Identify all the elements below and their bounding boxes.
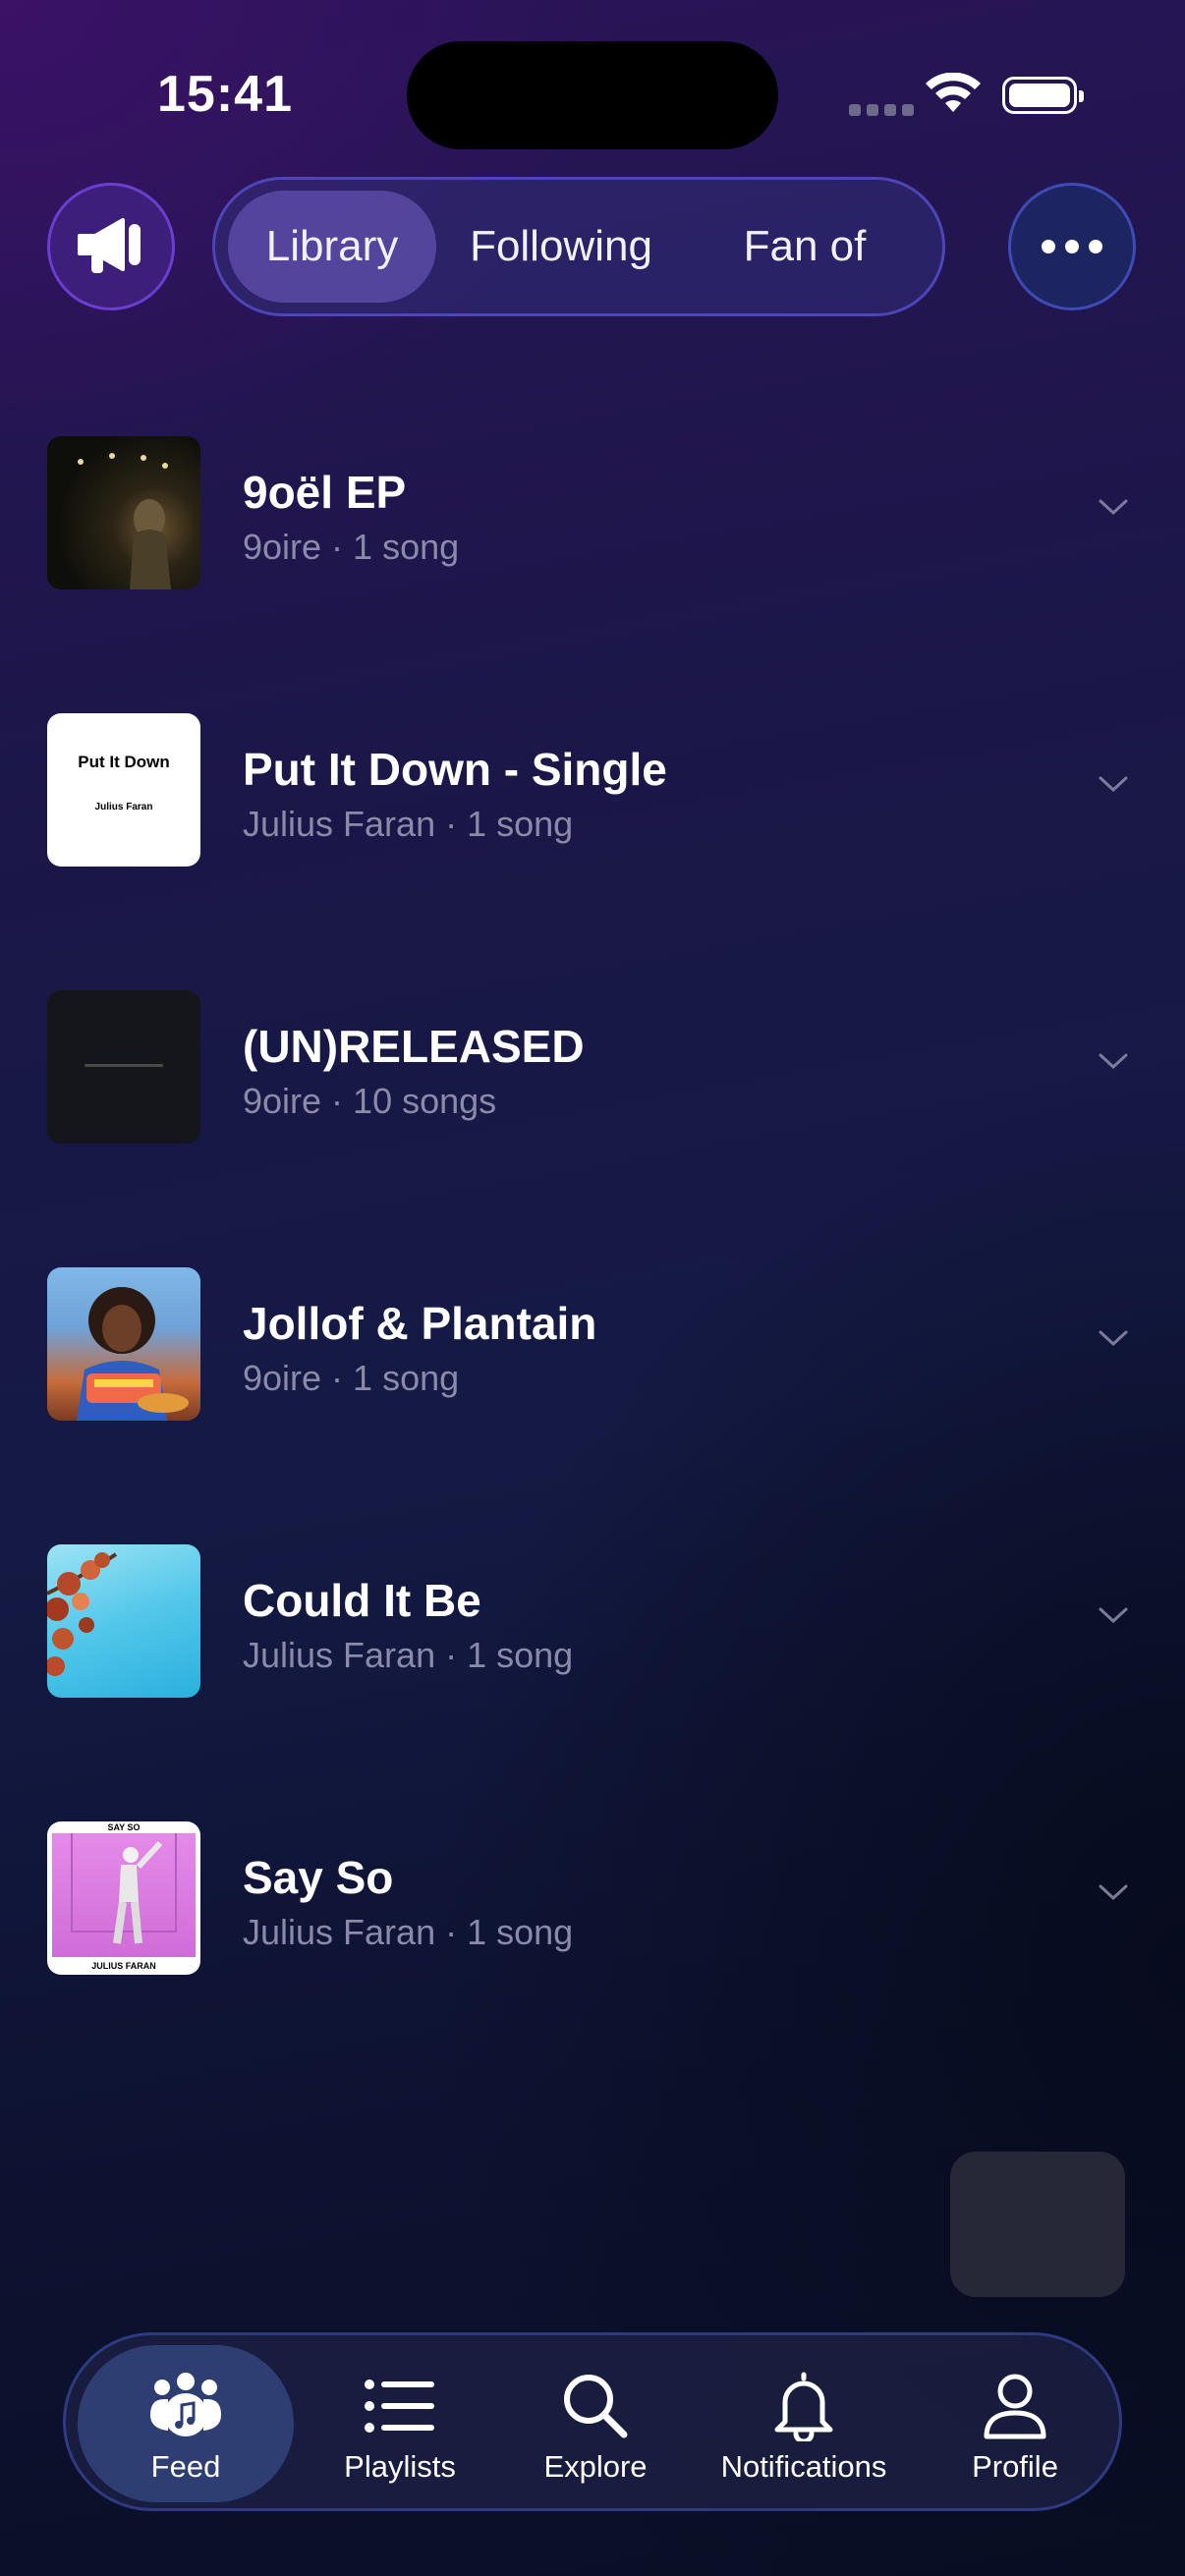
library-item-put-it-down[interactable]: Put It Down Julius Faran Put It Down - S… [0, 713, 1185, 870]
album-art: SAY SO JULIUS FARAN [47, 1821, 200, 1975]
segment-library[interactable]: Library [228, 191, 436, 303]
dynamic-island [407, 41, 778, 149]
feed-music-people-icon [148, 2369, 223, 2443]
item-subtitle: Julius Faran · 1 song [243, 1635, 574, 1675]
item-title: (UN)RELEASED [243, 1021, 585, 1072]
item-title: Say So [243, 1852, 394, 1903]
item-title: Could It Be [243, 1575, 481, 1626]
tab-label: Playlists [344, 2449, 456, 2484]
tab-label: Explore [543, 2449, 648, 2484]
album-art-panel [52, 1833, 196, 1957]
chevron-down-icon[interactable] [1097, 1603, 1130, 1627]
tab-label: Notifications [720, 2449, 887, 2484]
segment-following[interactable]: Following [443, 191, 679, 303]
library-segmented-control: Library Following Fan of [212, 177, 945, 316]
segment-fan-of[interactable]: Fan of [687, 191, 923, 303]
floating-action-button[interactable] [950, 2152, 1125, 2297]
album-art-figure [71, 1833, 177, 1944]
chevron-down-icon[interactable] [1097, 1049, 1130, 1073]
chevron-down-icon[interactable] [1097, 1326, 1130, 1350]
more-dot [1065, 240, 1079, 253]
album-art-top-text: SAY SO [107, 1822, 141, 1832]
announcements-button[interactable] [47, 183, 175, 310]
item-title: Put It Down - Single [243, 744, 667, 795]
library-item-could-it-be[interactable]: Could It Be Julius Faran · 1 song [0, 1544, 1185, 1702]
library-item-say-so[interactable]: SAY SO JULIUS FARAN Say So Julius Faran … [0, 1821, 1185, 1979]
item-subtitle: 9oire · 1 song [243, 1358, 460, 1398]
album-art: Put It Down Julius Faran [47, 713, 200, 867]
chevron-down-icon[interactable] [1097, 1880, 1130, 1904]
album-art [47, 990, 200, 1144]
bell-icon [771, 2369, 836, 2443]
tab-notifications[interactable]: Notifications [691, 2345, 917, 2502]
megaphone-icon [78, 218, 141, 273]
status-bar: 15:41 [0, 0, 1185, 196]
cellular-signal-icon [849, 104, 914, 116]
tab-bar: Feed Playlists Explore Notifications Pro… [63, 2332, 1122, 2511]
tab-label: Profile [972, 2449, 1058, 2484]
item-subtitle: Julius Faran · 1 song [243, 804, 574, 844]
item-title: Jollof & Plantain [243, 1298, 597, 1349]
library-item-jollof-plantain[interactable]: Jollof & Plantain 9oire · 1 song [0, 1267, 1185, 1425]
battery-icon [1002, 77, 1084, 114]
album-art [47, 1267, 200, 1421]
item-subtitle: 9oire · 1 song [243, 527, 460, 567]
person-icon [983, 2369, 1047, 2443]
tab-profile[interactable]: Profile [927, 2345, 1103, 2502]
tab-playlists[interactable]: Playlists [311, 2345, 488, 2502]
item-title: 9oël EP [243, 467, 407, 518]
library-item-unreleased[interactable]: (UN)RELEASED 9oire · 10 songs [0, 990, 1185, 1148]
tab-label: Feed [150, 2449, 221, 2484]
status-time: 15:41 [157, 66, 293, 123]
tab-feed[interactable]: Feed [78, 2345, 294, 2502]
album-art-title: Put It Down [78, 753, 170, 771]
item-subtitle: Julius Faran · 1 song [243, 1912, 574, 1952]
wifi-icon [926, 73, 981, 112]
album-art-tiny-text [85, 1064, 163, 1067]
list-icon [364, 2369, 436, 2443]
album-art-illustration [77, 1287, 189, 1421]
more-options-button[interactable] [1008, 183, 1136, 310]
album-art-bottom-text: JULIUS FARAN [91, 1961, 156, 1971]
tab-explore[interactable]: Explore [502, 2345, 689, 2502]
library-item-9oel-ep[interactable]: 9oël EP 9oire · 1 song [0, 436, 1185, 593]
chevron-down-icon[interactable] [1097, 495, 1130, 519]
album-art [47, 436, 200, 589]
more-dot [1089, 240, 1102, 253]
search-icon [561, 2369, 630, 2443]
item-subtitle: 9oire · 10 songs [243, 1081, 497, 1121]
album-art-photo [78, 453, 171, 589]
album-art [47, 1544, 200, 1698]
album-art-illustration [47, 1552, 118, 1676]
chevron-down-icon[interactable] [1097, 772, 1130, 796]
more-dot [1042, 240, 1055, 253]
album-art-artist: Julius Faran [94, 802, 153, 812]
